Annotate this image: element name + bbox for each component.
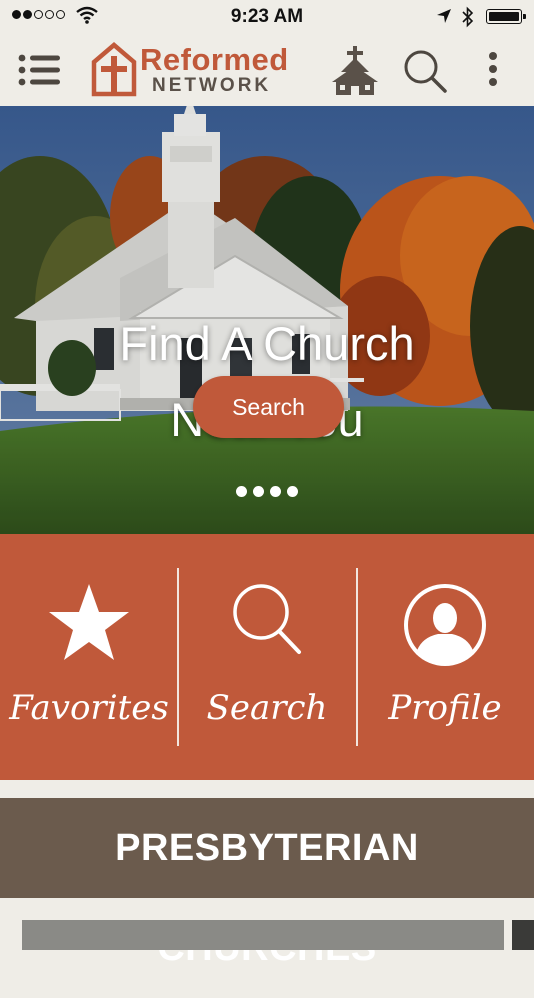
search-quick-button[interactable]: Search bbox=[178, 534, 356, 780]
profile-icon bbox=[404, 584, 486, 666]
favorites-label: Favorites bbox=[9, 688, 169, 728]
search-icon bbox=[233, 584, 301, 654]
search-icon[interactable] bbox=[402, 48, 448, 94]
status-time: 9:23 AM bbox=[230, 6, 304, 27]
hero-title-line-1: Find A Church bbox=[119, 317, 415, 370]
profile-label: Profile bbox=[388, 688, 502, 728]
church-card-image[interactable] bbox=[512, 920, 534, 950]
logo-wordmark: Reformed bbox=[140, 42, 289, 77]
profile-button[interactable]: Profile bbox=[356, 534, 534, 780]
more-options-icon[interactable] bbox=[486, 52, 500, 88]
carousel-dot[interactable] bbox=[270, 486, 281, 497]
carousel-dot[interactable] bbox=[287, 486, 298, 497]
nav-bar: Reformed NETWORK bbox=[0, 34, 534, 107]
carousel-dot[interactable] bbox=[236, 486, 247, 497]
section-header-presbyterian[interactable]: PRESBYTERIAN CHURCHES bbox=[0, 798, 534, 969]
hero-search-button[interactable]: Search bbox=[193, 376, 344, 438]
divider bbox=[177, 568, 179, 746]
logo-cross-icon bbox=[91, 42, 137, 97]
divider bbox=[356, 568, 358, 746]
battery-icon bbox=[486, 9, 526, 24]
quick-actions-bar: Favorites Search Profile bbox=[0, 534, 534, 780]
carousel-dot[interactable] bbox=[253, 486, 264, 497]
status-bar: 9:23 AM bbox=[0, 0, 534, 34]
menu-list-icon[interactable] bbox=[18, 52, 62, 88]
church-icon[interactable] bbox=[330, 44, 380, 96]
star-icon bbox=[49, 584, 129, 660]
bluetooth-icon bbox=[462, 6, 474, 28]
church-card-image[interactable] bbox=[22, 920, 504, 950]
carousel-page-indicator[interactable] bbox=[0, 486, 534, 497]
location-arrow-icon bbox=[437, 9, 451, 23]
logo-subtitle: NETWORK bbox=[152, 75, 272, 96]
favorites-button[interactable]: Favorites bbox=[0, 534, 178, 780]
hero-banner[interactable]: Find A Church Near You Search bbox=[0, 106, 534, 534]
search-label: Search bbox=[206, 688, 328, 728]
